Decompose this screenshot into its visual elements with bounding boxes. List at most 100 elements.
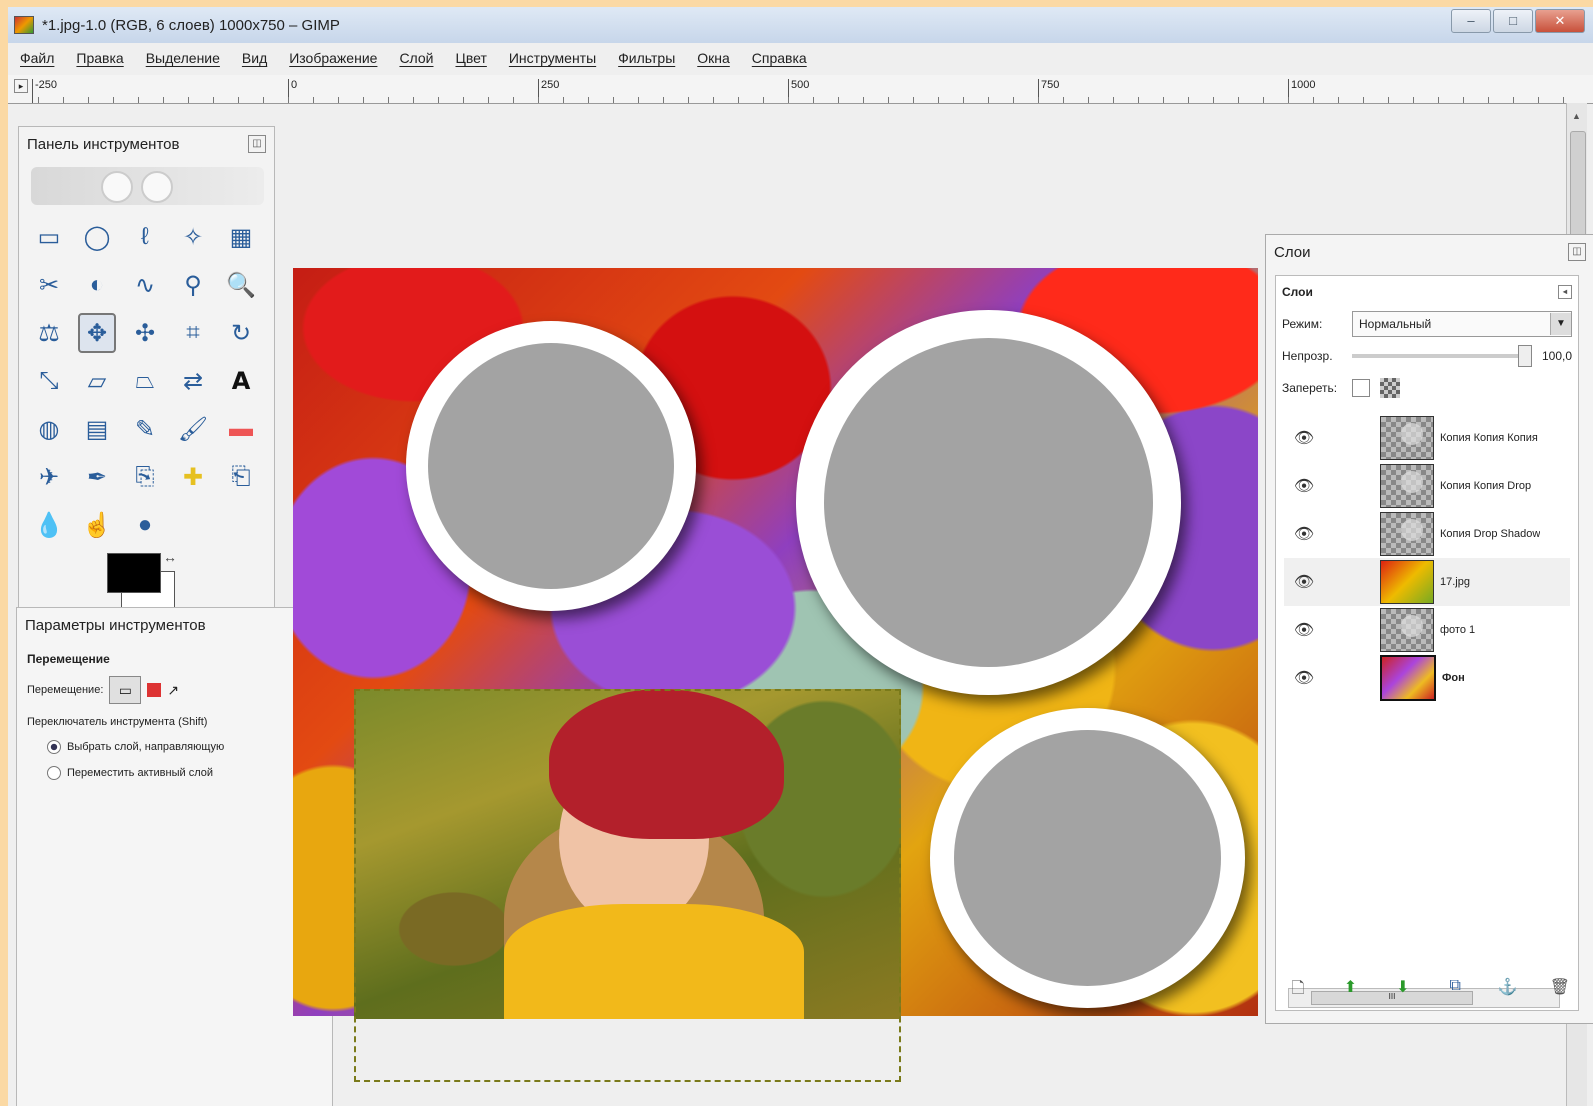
lock-pixels-checkbox[interactable] [1352, 379, 1370, 397]
layer-name[interactable]: Фон [1442, 672, 1465, 684]
radio-pick-layer[interactable] [47, 740, 61, 754]
scissors-icon[interactable]: ✂ [30, 265, 68, 305]
visibility-eye-icon[interactable]: 👁 [1284, 620, 1324, 640]
menu-view[interactable]: Вид [242, 50, 267, 66]
swap-colors-icon[interactable]: ↔ [163, 549, 177, 565]
perspective-clone-icon[interactable]: ⎗ [222, 457, 260, 497]
ink-icon[interactable]: ✒ [78, 457, 116, 497]
layer-row[interactable]: 👁 фото 1 [1284, 606, 1570, 654]
dodge-burn-icon[interactable]: ● [126, 505, 164, 545]
flip-icon[interactable]: ⇄ [174, 361, 212, 401]
blur-icon[interactable]: 💧 [30, 505, 68, 545]
move-path-icon[interactable]: ↗ [167, 682, 179, 699]
menu-color[interactable]: Цвет [455, 50, 486, 66]
move-layer-icon[interactable]: ▭ [109, 676, 142, 704]
photo-frame-circle [796, 310, 1181, 695]
color-swatches[interactable]: ↔ [107, 549, 177, 613]
eraser-icon[interactable]: ▬ [222, 409, 260, 449]
align-icon[interactable]: ✣ [126, 313, 164, 353]
new-layer-icon[interactable]: 🗋 [1284, 977, 1312, 1004]
raise-layer-icon[interactable]: ⬆ [1336, 977, 1364, 1004]
layer-name[interactable]: фото 1 [1440, 624, 1475, 636]
move-icon[interactable]: ✥ [78, 313, 116, 353]
visibility-eye-icon[interactable]: 👁 [1284, 668, 1324, 688]
crop-icon[interactable]: ⌗ [174, 313, 212, 353]
visibility-eye-icon[interactable]: 👁 [1284, 524, 1324, 544]
panel-menu-icon[interactable]: ◫ [248, 135, 266, 153]
layer-name[interactable]: Копия Копия Копия [1440, 432, 1538, 444]
blend-icon[interactable]: ▤ [78, 409, 116, 449]
ruler-label: 1000 [1288, 79, 1315, 103]
fuzzy-select-icon[interactable]: ✧ [174, 217, 212, 257]
visibility-eye-icon[interactable]: 👁 [1284, 476, 1324, 496]
horizontal-ruler[interactable]: ▸ -250 0 250 500 750 1000 [8, 75, 1593, 104]
scroll-up-icon[interactable]: ▲ [1572, 111, 1581, 121]
foreground-select-icon[interactable]: ◐ [78, 265, 116, 305]
layer-row[interactable]: 👁 Копия Drop Shadow [1284, 510, 1570, 558]
ellipse-select-icon[interactable]: ◯ [78, 217, 116, 257]
shear-icon[interactable]: ▱ [78, 361, 116, 401]
delete-layer-icon[interactable]: 🗑 [1546, 977, 1574, 1004]
tab-menu-icon[interactable]: ◂ [1558, 285, 1572, 299]
menu-help[interactable]: Справка [752, 50, 807, 66]
text-icon[interactable]: A [222, 361, 260, 401]
radio-move-active[interactable] [47, 766, 61, 780]
radio-option[interactable]: Переместить активный слой [17, 760, 332, 786]
scrollbar-thumb[interactable] [1570, 131, 1586, 243]
mode-select[interactable]: Нормальный ▼ [1352, 311, 1572, 337]
menu-file[interactable]: Файл [20, 50, 54, 66]
ruler-menu-button[interactable]: ▸ [14, 79, 28, 93]
clone-icon[interactable]: ⎘ [126, 457, 164, 497]
zoom-icon[interactable]: 🔍 [222, 265, 260, 305]
color-select-icon[interactable]: ▦ [222, 217, 260, 257]
anchor-layer-icon[interactable]: ⚓ [1494, 977, 1522, 1004]
rotate-icon[interactable]: ↻ [222, 313, 260, 353]
rect-select-icon[interactable]: ▭ [30, 217, 68, 257]
visibility-eye-icon[interactable]: 👁 [1284, 572, 1324, 592]
menu-image[interactable]: Изображение [289, 50, 377, 66]
paintbrush-icon[interactable]: 🖌 [174, 409, 212, 449]
lower-layer-icon[interactable]: ⬇ [1389, 977, 1417, 1004]
layer-row[interactable]: 👁 Копия Копия Drop [1284, 462, 1570, 510]
scale-icon[interactable]: ⤡ [30, 361, 68, 401]
menu-filters[interactable]: Фильтры [618, 50, 675, 66]
color-picker-icon[interactable]: ⚲ [174, 265, 212, 305]
pencil-icon[interactable]: ✎ [126, 409, 164, 449]
paths-icon[interactable]: ∿ [126, 265, 164, 305]
layer-row[interactable]: 👁 Фон [1284, 654, 1570, 702]
minimize-button[interactable]: – [1451, 9, 1491, 33]
menu-edit[interactable]: Правка [76, 50, 123, 66]
lock-alpha-icon[interactable] [1380, 378, 1400, 398]
menu-layer[interactable]: Слой [399, 50, 433, 66]
menu-select[interactable]: Выделение [146, 50, 220, 66]
maximize-button[interactable]: □ [1493, 9, 1533, 33]
layer-row[interactable]: 👁 Копия Копия Копия [1284, 414, 1570, 462]
move-selection-icon[interactable] [147, 683, 162, 697]
airbrush-icon[interactable]: ✈ [30, 457, 68, 497]
layer-name[interactable]: Копия Drop Shadow [1440, 528, 1540, 540]
radio-option[interactable]: Выбрать слой, направляющую [17, 734, 332, 760]
panel-menu-icon[interactable]: ◫ [1568, 243, 1586, 261]
bucket-fill-icon[interactable]: ◍ [30, 409, 68, 449]
ruler-tick [63, 97, 64, 103]
opacity-value[interactable]: 100,0 [1542, 349, 1572, 363]
layer-row[interactable]: 👁 17.jpg [1284, 558, 1570, 606]
layer-name[interactable]: Копия Копия Drop [1440, 480, 1531, 492]
smudge-icon[interactable]: ☝ [78, 505, 116, 545]
layer-name[interactable]: 17.jpg [1440, 576, 1470, 588]
ruler-tick [88, 97, 89, 103]
menu-tools[interactable]: Инструменты [509, 50, 596, 66]
opacity-slider[interactable] [1352, 345, 1532, 367]
free-select-icon[interactable]: ℓ [126, 217, 164, 257]
opacity-slider-thumb[interactable] [1517, 345, 1532, 367]
perspective-icon[interactable]: ⏢ [126, 361, 164, 401]
measure-icon[interactable]: ⚖ [30, 313, 68, 353]
visibility-eye-icon[interactable]: 👁 [1284, 428, 1324, 448]
close-button[interactable]: ✕ [1535, 9, 1585, 33]
heal-icon[interactable]: ✚ [174, 457, 212, 497]
menu-windows[interactable]: Окна [697, 50, 730, 66]
lock-label: Запереть: [1282, 381, 1338, 395]
duplicate-layer-icon[interactable]: ⧉ [1441, 977, 1469, 1004]
foreground-color[interactable] [107, 553, 161, 593]
chevron-down-icon[interactable]: ▼ [1550, 313, 1571, 335]
